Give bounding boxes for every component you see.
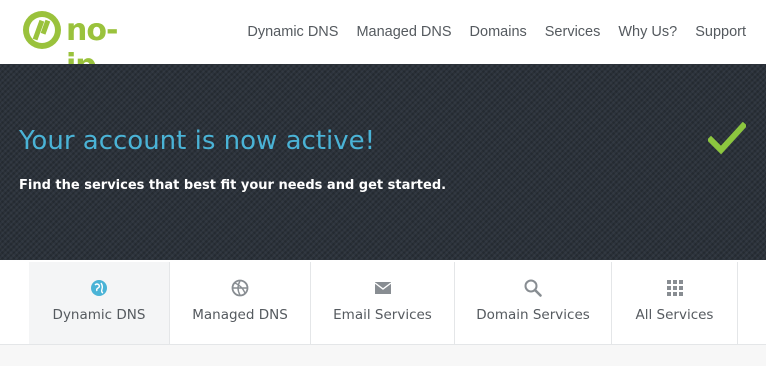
services-tabs: Dynamic DNS Managed DNS Email Services D… bbox=[0, 260, 766, 345]
content-area bbox=[0, 345, 766, 366]
checkmark-icon bbox=[708, 122, 746, 155]
hero-title: Your account is now active! bbox=[19, 126, 376, 156]
tab-label: Dynamic DNS bbox=[52, 307, 146, 323]
nav-domains[interactable]: Domains bbox=[470, 24, 527, 40]
grid-icon bbox=[666, 280, 683, 296]
tab-domain-services[interactable]: Domain Services bbox=[455, 262, 612, 344]
tab-label: Managed DNS bbox=[192, 307, 288, 323]
tab-label: All Services bbox=[635, 307, 714, 323]
tab-all-services[interactable]: All Services bbox=[612, 262, 738, 344]
nav-support[interactable]: Support bbox=[695, 24, 746, 40]
site-header: no-ip Dynamic DNS Managed DNS Domains Se… bbox=[0, 0, 766, 83]
noip-logo-mark-icon bbox=[23, 11, 61, 49]
nav-services[interactable]: Services bbox=[545, 24, 601, 40]
envelope-icon bbox=[374, 282, 391, 294]
nav-dynamic-dns[interactable]: Dynamic DNS bbox=[247, 24, 338, 40]
hero-banner: Your account is now active! Find the ser… bbox=[0, 64, 766, 260]
nav-why-us[interactable]: Why Us? bbox=[618, 24, 677, 40]
noip-logo[interactable]: no-ip bbox=[22, 10, 142, 83]
globe-icon bbox=[91, 280, 107, 296]
hero-subtitle: Find the services that best fit your nee… bbox=[19, 178, 447, 193]
nav-managed-dns[interactable]: Managed DNS bbox=[356, 24, 451, 40]
tab-managed-dns[interactable]: Managed DNS bbox=[170, 262, 311, 344]
search-icon bbox=[524, 279, 542, 297]
tab-label: Email Services bbox=[333, 307, 432, 323]
main-nav: Dynamic DNS Managed DNS Domains Services… bbox=[229, 24, 746, 40]
tab-email-services[interactable]: Email Services bbox=[311, 262, 455, 344]
basketball-icon bbox=[231, 279, 249, 297]
tab-dynamic-dns[interactable]: Dynamic DNS bbox=[29, 262, 170, 344]
tab-label: Domain Services bbox=[476, 307, 590, 323]
